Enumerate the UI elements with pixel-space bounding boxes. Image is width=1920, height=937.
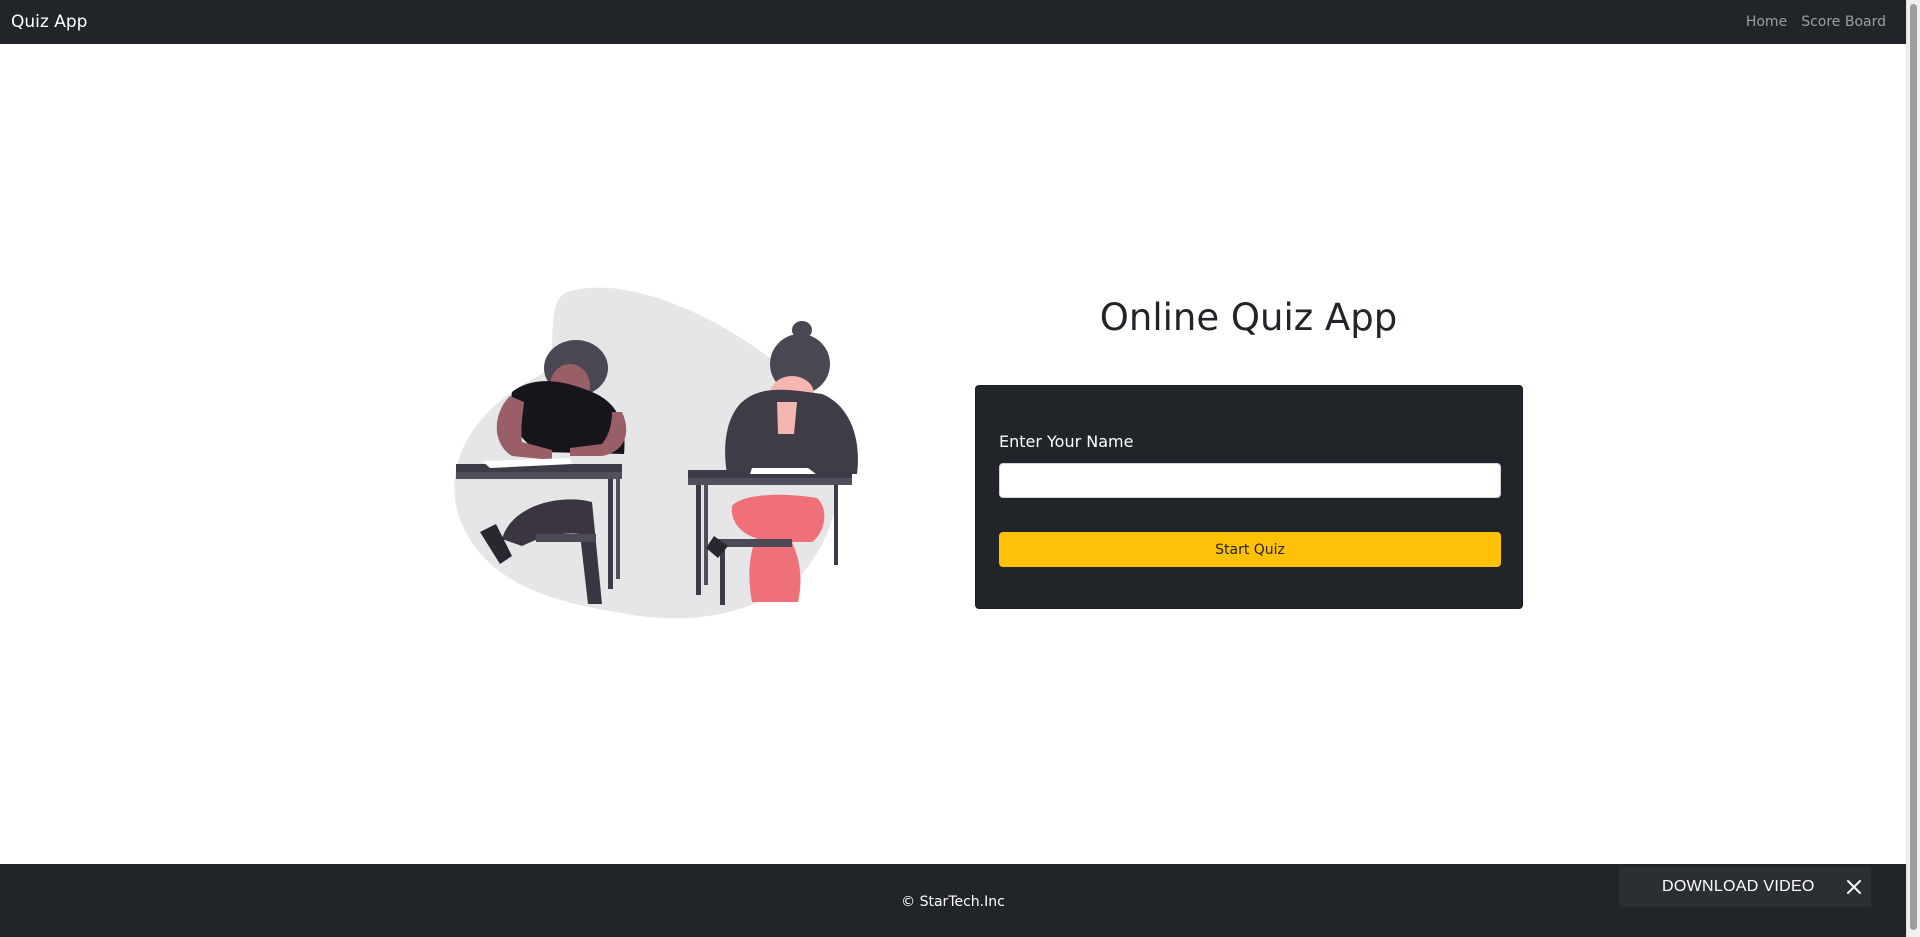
name-form-card: Enter Your Name Start Quiz [975,385,1523,609]
start-quiz-button[interactable]: Start Quiz [999,532,1501,567]
nav-links: Home Score Board [1746,14,1886,30]
download-video-bar[interactable]: DOWNLOAD VIDEO [1619,867,1871,907]
name-input[interactable] [999,463,1501,498]
brand-link[interactable]: Quiz App [11,12,87,32]
download-video-label[interactable]: DOWNLOAD VIDEO [1662,878,1815,896]
name-field-label: Enter Your Name [999,432,1134,451]
page: Quiz App Home Score Board Online Quiz Ap… [0,0,1920,937]
nav-home-link[interactable]: Home [1746,14,1787,30]
vertical-scrollbar[interactable] [1906,0,1920,937]
scrollbar-thumb[interactable] [1910,4,1917,930]
students-taking-exam-illustration [454,287,858,619]
close-icon[interactable] [1845,878,1863,896]
page-title: Online Quiz App [1099,296,1398,339]
nav-scoreboard-link[interactable]: Score Board [1801,14,1886,30]
navbar: Quiz App Home Score Board [0,0,1906,44]
